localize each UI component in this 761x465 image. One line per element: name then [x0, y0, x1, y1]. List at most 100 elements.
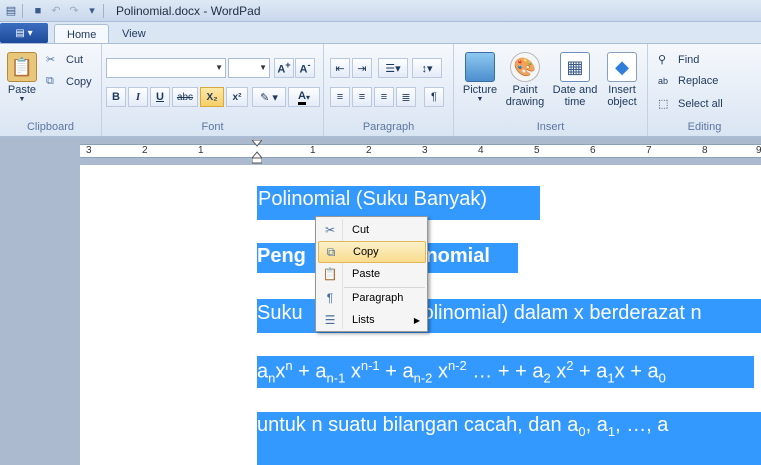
insert-object-button[interactable]: ◆ Insert object [602, 52, 642, 108]
eq-sub-n2: n-2 [413, 370, 433, 386]
cut-button[interactable]: ✂ Cut [46, 53, 83, 67]
select-all-icon: ⬚ [658, 98, 669, 110]
text-color-button[interactable]: A ▾ [288, 87, 320, 107]
select-all-label: Select all [678, 97, 723, 110]
ruler: 3 2 1 1 2 3 4 5 6 7 8 9 [0, 137, 761, 165]
font-group: ▼ ▼ A+ A- B I U abc X₂ x² ✎ ▾ A ▾ Font [102, 44, 324, 136]
paragraph-icon: ¶ [326, 291, 334, 305]
tab-bar: ▤ ▾ Home View [0, 22, 761, 44]
eq-sub-1: 1 [607, 370, 615, 386]
save-icon[interactable]: ■ [31, 4, 45, 18]
bullets-button[interactable]: ☰▾ [378, 58, 408, 78]
strikethrough-button[interactable]: abc [172, 87, 198, 107]
font-size-combo[interactable]: ▼ [228, 58, 270, 78]
align-center-button[interactable]: ≡ [352, 87, 372, 107]
ruler-label: 6 [590, 145, 596, 156]
context-menu-cut-label: Cut [352, 224, 370, 236]
align-left-icon: ≡ [336, 91, 344, 103]
paragraph-group-label: Paragraph [362, 121, 415, 133]
justify-icon: ≣ [401, 91, 411, 104]
replace-button[interactable]: ab Replace [658, 75, 718, 87]
doc-definition-part2: olinomial) dalam x berderazat n [422, 302, 702, 324]
tab-home[interactable]: Home [54, 24, 110, 44]
title-bar: ▤ ■ ↶ ↷ ▾ Polinomial.docx - WordPad [0, 0, 761, 22]
bold-button[interactable]: B [106, 87, 126, 107]
font-family-combo[interactable]: ▼ [106, 58, 226, 78]
eq-dots: … + + [466, 360, 533, 383]
ruler-label: 9 [756, 145, 761, 156]
chevron-right-icon: ▶ [413, 315, 420, 325]
redo-icon[interactable]: ↷ [67, 4, 81, 18]
eq-plus: + [379, 360, 403, 383]
customize-qat-icon[interactable]: ▾ [85, 4, 99, 18]
context-menu-paragraph[interactable]: ¶ Paragraph [318, 287, 426, 309]
editing-group-label: Editing [687, 121, 722, 133]
context-menu-copy[interactable]: ⧉ Copy [318, 241, 426, 263]
picture-dropdown-icon: ▼ [476, 96, 484, 103]
align-center-icon: ≡ [358, 91, 366, 103]
context-menu-cut[interactable]: ✂ Cut [318, 219, 426, 241]
context-menu-paste[interactable]: 📋 Paste [318, 263, 426, 285]
context-menu-lists[interactable]: ☰ Lists ▶ [318, 309, 426, 331]
justify-button[interactable]: ≣ [396, 87, 416, 107]
copy-button[interactable]: ⧉ Copy [46, 75, 92, 88]
paint-drawing-button[interactable]: 🎨 Paint drawing [502, 52, 548, 108]
align-right-button[interactable]: ≡ [374, 87, 394, 107]
italic-button[interactable]: I [128, 87, 148, 107]
ruler-strip[interactable]: 3 2 1 1 2 3 4 5 6 7 8 9 [80, 144, 761, 158]
find-label: Find [678, 53, 700, 66]
highlight-color-button[interactable]: ✎ ▾ [252, 87, 286, 107]
shrink-font-icon: A- [299, 60, 311, 76]
context-menu-copy-label: Copy [353, 246, 379, 258]
paragraph-group: ⇤ ⇥ ☰▾ ↕▾ ≡ ≡ ≡ ≣ ¶ Paragraph [324, 44, 454, 136]
list-icon: ☰ [324, 313, 336, 327]
doc-footnote-part3: , …, a [615, 414, 669, 436]
eq-plus: + [624, 360, 648, 383]
find-button[interactable]: ⚲ Find [658, 53, 700, 67]
app-menu-icon[interactable]: ▤ [4, 4, 18, 18]
qat-separator [22, 3, 23, 18]
paste-button[interactable]: 📋 Paste ▼ [6, 52, 38, 103]
doc-footnote-part1: untuk n suatu bilangan cacah, dan a [257, 414, 579, 436]
increase-indent-icon: ⇥ [357, 62, 367, 75]
eq-plus: + [573, 360, 597, 383]
increase-indent-button[interactable]: ⇥ [352, 58, 372, 78]
clipboard-group: 📋 Paste ▼ ✂ Cut ⧉ Copy Clipboard [0, 44, 102, 136]
wordpad-menu-button[interactable]: ▤ ▾ [0, 23, 48, 43]
eq-a: a [257, 360, 269, 383]
align-left-button[interactable]: ≡ [330, 87, 350, 107]
undo-icon[interactable]: ↶ [49, 4, 63, 18]
select-all-button[interactable]: ⬚ Select all [658, 97, 723, 111]
ruler-label: 8 [702, 145, 708, 156]
underline-button[interactable]: U [150, 87, 170, 107]
line-spacing-button[interactable]: ↕▾ [412, 58, 442, 78]
subscript-button[interactable]: X₂ [200, 87, 224, 107]
eq-x: x [437, 360, 448, 383]
tab-view[interactable]: View [110, 24, 158, 44]
eq-x: x [556, 360, 567, 383]
paste-label: Paste [7, 84, 37, 96]
indent-marker-icon[interactable] [250, 139, 264, 164]
doc-line-title[interactable]: Polinomial (Suku Banyak) [257, 186, 540, 220]
paragraph-dialog-button[interactable]: ¶ [424, 87, 444, 107]
shrink-font-button[interactable]: A- [295, 58, 315, 78]
doc-line-equation[interactable]: anxn + an-1 xn-1 + an-2 xn-2 … + + a2 x2… [257, 356, 754, 388]
picture-button[interactable]: Picture ▼ [460, 52, 500, 103]
ruler-label: 2 [366, 145, 372, 156]
date-time-button[interactable]: ▦ Date and time [550, 52, 600, 108]
grow-font-button[interactable]: A+ [274, 58, 294, 78]
copy-icon: ⧉ [46, 75, 54, 87]
eq-a: a [315, 360, 327, 383]
object-label-line1: Insert [608, 84, 636, 96]
eq-x: x [614, 360, 625, 383]
bullet-list-icon: ☰▾ [385, 62, 401, 75]
paint-label-line2: drawing [505, 96, 545, 108]
context-menu-paste-label: Paste [352, 268, 381, 280]
paste-icon: 📋 [322, 267, 338, 281]
decrease-indent-button[interactable]: ⇤ [330, 58, 350, 78]
doc-line-footnote[interactable]: untuk n suatu bilangan cacah, dan a0, a1… [257, 412, 761, 465]
align-right-icon: ≡ [380, 91, 388, 103]
ruler-label: 7 [646, 145, 652, 156]
eq-x: x [350, 360, 361, 383]
superscript-button[interactable]: x² [226, 87, 248, 107]
